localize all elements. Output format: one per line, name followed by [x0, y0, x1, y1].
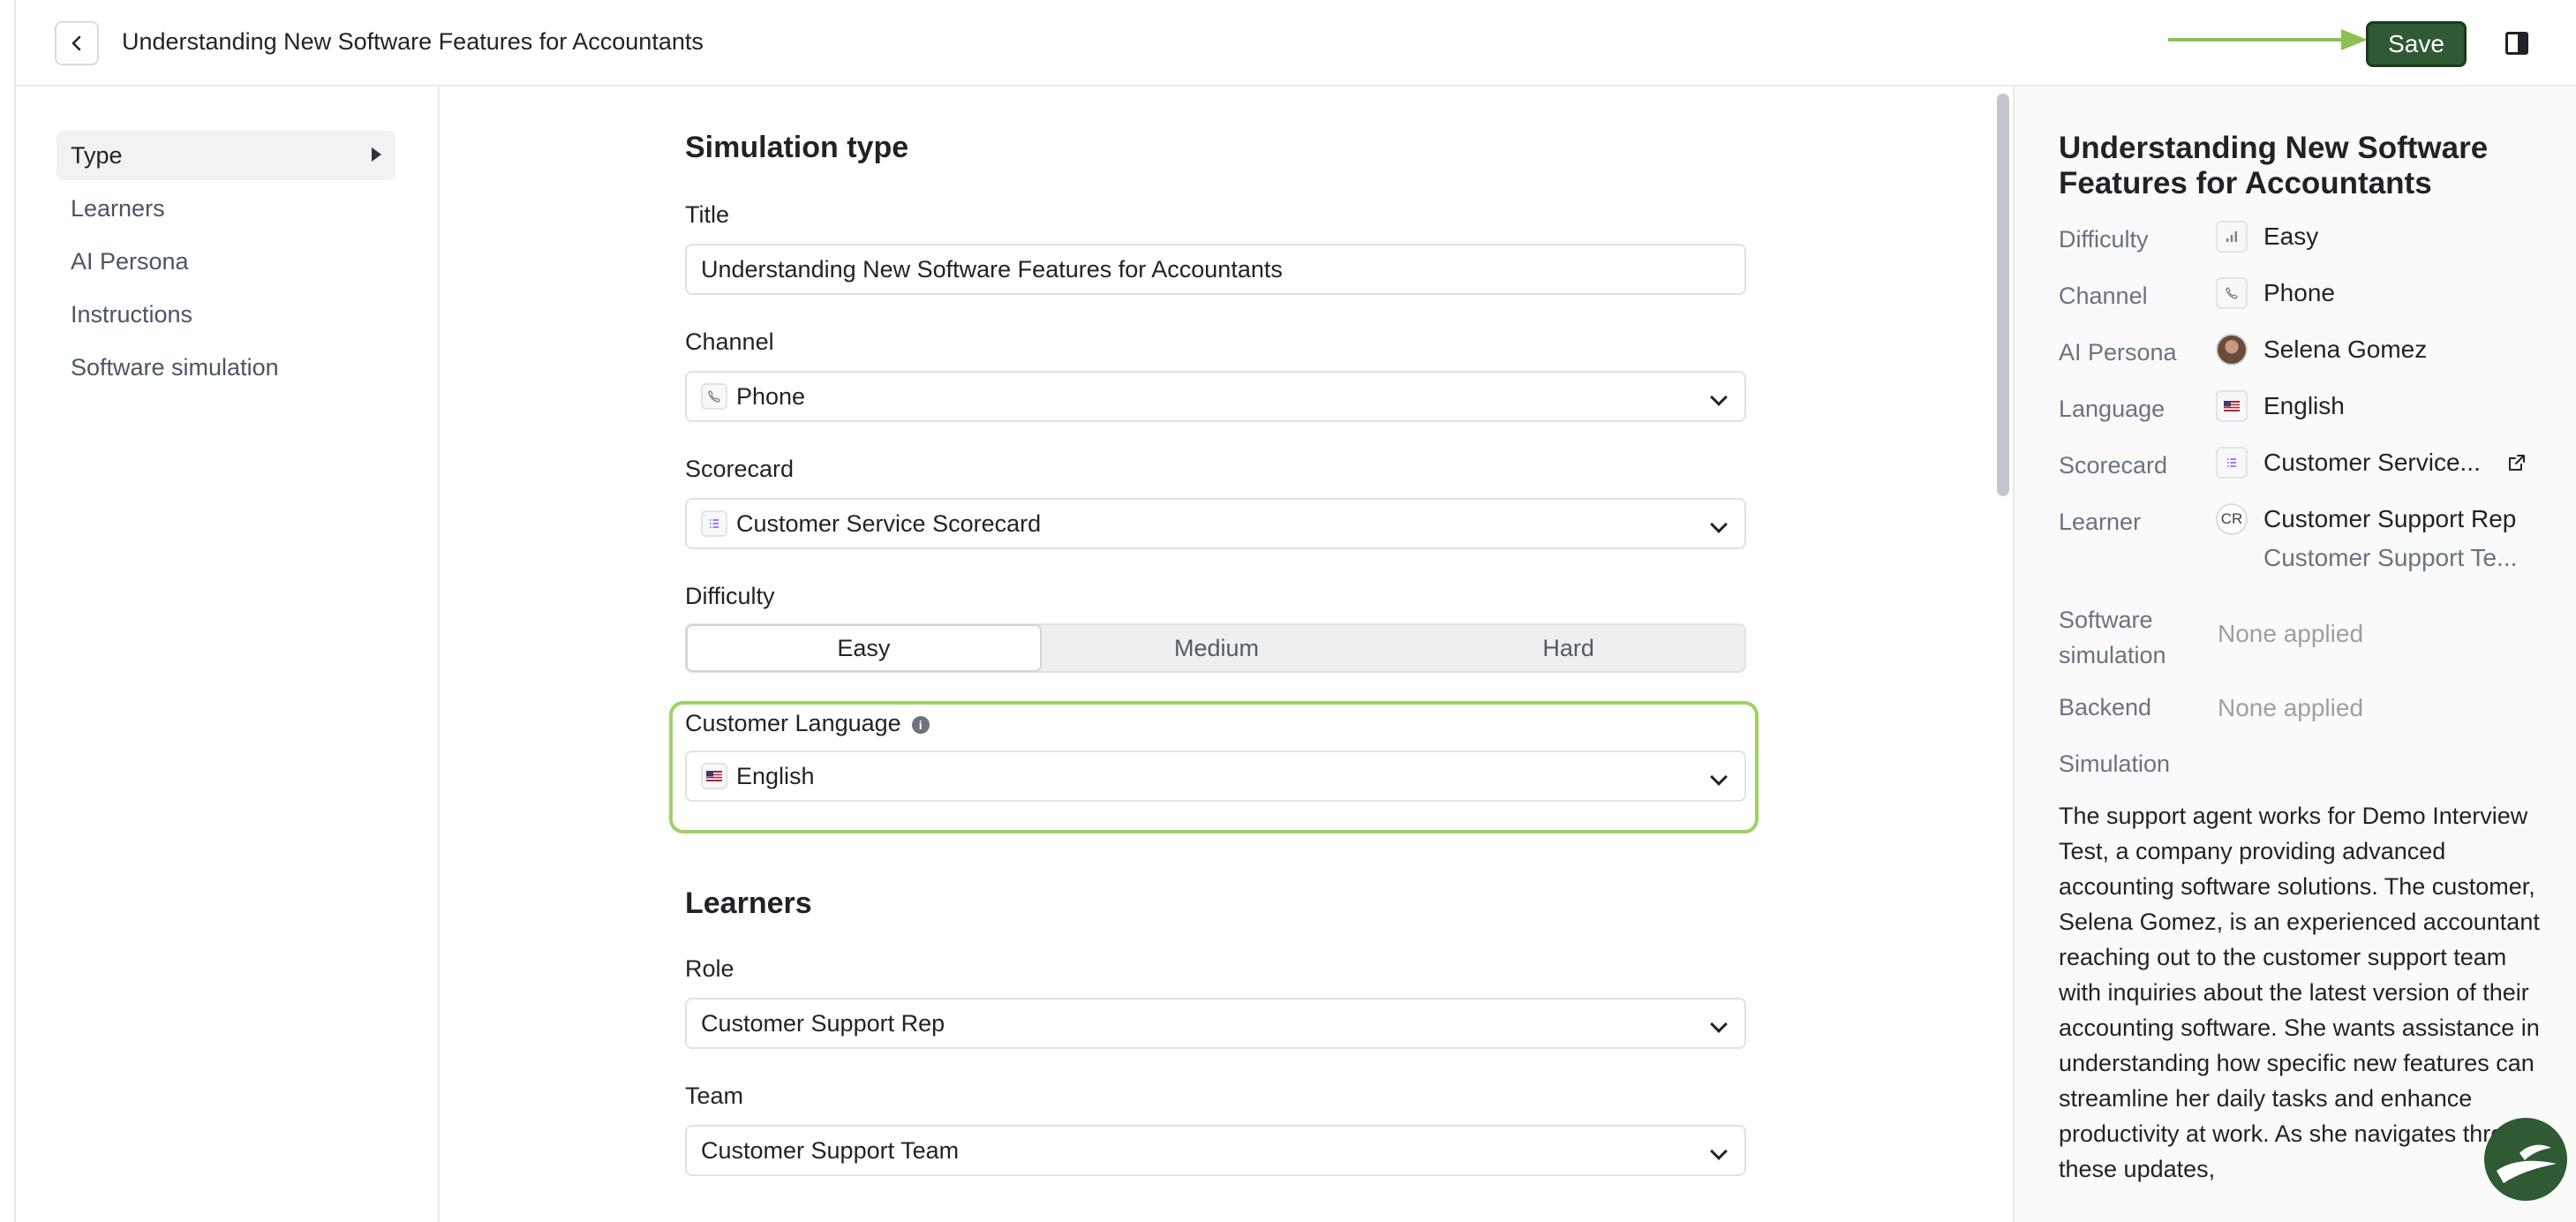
title-input-value: Understanding New Software Features for …	[701, 255, 1283, 283]
phone-icon	[2216, 277, 2248, 309]
summary-learner-role: Customer Support Rep	[2263, 505, 2517, 532]
summary-channel-value: Phone	[2263, 279, 2335, 306]
summary-language-label: Language	[2059, 396, 2165, 422]
top-bar: Understanding New Software Features for …	[16, 0, 2576, 87]
difficulty-option-easy[interactable]: Easy	[686, 624, 1042, 672]
summary-difficulty: Easy	[2216, 221, 2318, 253]
difficulty-bars-icon	[2216, 221, 2248, 253]
customer-language-label-text: Customer Language	[685, 710, 901, 736]
scorecard-icon	[701, 510, 727, 537]
channel-select[interactable]: Phone	[685, 371, 1746, 422]
arrow-right-icon	[2168, 29, 2368, 50]
chevron-down-icon	[1710, 1015, 1728, 1033]
team-value: Customer Support Team	[701, 1136, 960, 1164]
team-select[interactable]: Customer Support Team	[685, 1125, 1746, 1176]
summary-scorecard-label: Scorecard	[2059, 452, 2168, 479]
chevron-down-icon	[1710, 388, 1728, 406]
flag-us-icon	[2216, 390, 2248, 422]
nav-item-label: Type	[71, 141, 123, 169]
assistant-button[interactable]	[2484, 1118, 2567, 1201]
difficulty-label: Difficulty	[685, 583, 775, 609]
info-icon[interactable]: i	[911, 716, 930, 734]
team-label: Team	[685, 1082, 744, 1109]
nav-item-label: Instructions	[71, 300, 193, 328]
summary-title: Understanding New Software Features for …	[2059, 131, 2489, 200]
summary-language-value: English	[2263, 392, 2345, 419]
nav-item-instructions[interactable]: Instructions	[56, 290, 395, 339]
summary-backend-value: None applied	[2218, 694, 2364, 721]
summary-software-value: None applied	[2218, 620, 2364, 647]
external-link-icon[interactable]	[2507, 453, 2527, 472]
save-button[interactable]: Save	[2366, 21, 2467, 67]
difficulty-segmented-control: Easy Medium Hard	[685, 623, 1746, 673]
back-chevron-icon	[72, 35, 81, 51]
form-area: Simulation type Title Understanding New …	[441, 87, 1977, 1222]
role-value: Customer Support Rep	[701, 1009, 945, 1037]
app-frame: Understanding New Software Features for …	[14, 0, 2576, 1222]
difficulty-option-medium[interactable]: Medium	[1041, 625, 1393, 671]
main-scrollbar[interactable]	[1997, 94, 2009, 496]
nav-item-type[interactable]: Type	[56, 131, 395, 180]
summary-backend-label: Backend	[2059, 694, 2152, 720]
summary-persona-label: AI Persona	[2059, 339, 2177, 366]
customer-language-value: English	[736, 762, 815, 789]
nav-item-label: AI Persona	[71, 247, 189, 275]
section-title-learners: Learners	[685, 886, 812, 920]
summary-difficulty-label: Difficulty	[2059, 226, 2149, 253]
summary-scorecard: Customer Service...	[2216, 447, 2527, 479]
phone-icon	[701, 383, 727, 410]
nav-item-label: Software simulation	[71, 353, 279, 381]
chevron-down-icon	[1710, 768, 1728, 786]
title-label: Title	[685, 201, 730, 228]
flag-us-icon	[701, 763, 727, 789]
assistant-logo-icon	[2497, 1144, 2557, 1183]
summary-persona-value: Selena Gomez	[2263, 336, 2428, 363]
summary-difficulty-value: Easy	[2263, 223, 2319, 250]
summary-learner-team: Customer Support Te...	[2263, 544, 2518, 571]
back-button[interactable]	[55, 21, 99, 65]
summary-language: English	[2216, 390, 2345, 422]
summary-panel: Understanding New Software Features for …	[2013, 87, 2576, 1222]
nav-item-ai-persona[interactable]: AI Persona	[56, 237, 395, 286]
scorecard-label: Scorecard	[685, 456, 795, 482]
summary-simulation-text: The support agent works for Demo Intervi…	[2059, 803, 2544, 1182]
panel-toggle-icon[interactable]	[2505, 32, 2528, 55]
difficulty-option-hard[interactable]: Hard	[1392, 625, 1744, 671]
customer-language-label: Customer Language i	[685, 710, 930, 737]
channel-label: Channel	[685, 328, 774, 355]
scorecard-value: Customer Service Scorecard	[736, 509, 1042, 537]
scorecard-select[interactable]: Customer Service Scorecard	[685, 498, 1746, 549]
role-label: Role	[685, 955, 734, 982]
page-title: Understanding New Software Features for …	[122, 28, 704, 55]
section-nav: Type Learners AI Persona Instructions So…	[16, 87, 440, 1222]
nav-item-learners[interactable]: Learners	[56, 184, 395, 233]
learner-badge: CR	[2216, 503, 2248, 535]
role-select[interactable]: Customer Support Rep	[685, 998, 1746, 1049]
summary-software-label: Software simulation	[2059, 607, 2166, 668]
avatar	[2216, 334, 2248, 366]
chevron-down-icon	[1710, 1143, 1728, 1160]
summary-learner-label: Learner	[2059, 509, 2142, 535]
summary-channel-label: Channel	[2059, 283, 2148, 309]
section-title-simulation-type: Simulation type	[685, 131, 909, 164]
summary-learner: CR Customer Support Rep	[2216, 503, 2516, 535]
summary-scorecard-value: Customer Service...	[2263, 449, 2481, 476]
chevron-down-icon	[1710, 516, 1728, 533]
nav-item-label: Learners	[71, 194, 165, 222]
nav-item-software-simulation[interactable]: Software simulation	[56, 343, 395, 392]
title-input[interactable]: Understanding New Software Features for …	[685, 244, 1746, 295]
scorecard-icon	[2216, 447, 2248, 479]
summary-simulation-label: Simulation	[2059, 751, 2171, 777]
channel-value: Phone	[736, 382, 806, 410]
summary-persona: Selena Gomez	[2216, 334, 2427, 366]
summary-channel: Phone	[2216, 277, 2335, 309]
caret-right-icon	[372, 147, 381, 162]
customer-language-select[interactable]: English	[685, 751, 1746, 802]
